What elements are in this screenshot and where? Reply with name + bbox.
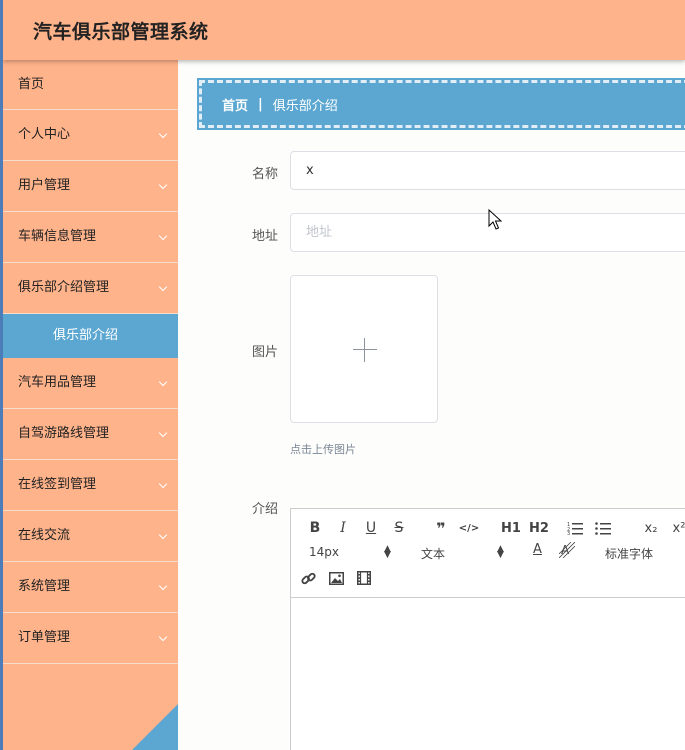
breadcrumb-home-link[interactable]: 首页: [222, 95, 248, 114]
svg-text:3: 3: [567, 531, 570, 535]
image-icon[interactable]: [329, 571, 357, 585]
code-button[interactable]: </>: [455, 523, 483, 534]
intro-label: 介绍: [251, 502, 278, 517]
h1-button[interactable]: H1: [497, 521, 525, 536]
sidebar-item-user-management[interactable]: 用户管理: [3, 161, 178, 212]
name-label: 名称: [251, 167, 278, 182]
font-family-value: 标准字体: [605, 547, 654, 561]
font-size-value: 14px: [309, 545, 339, 559]
strike-button[interactable]: S: [385, 520, 413, 536]
sidebar-item-system-management[interactable]: 系统管理: [3, 562, 178, 613]
sidebar-item-label: 订单管理: [18, 630, 71, 645]
sidebar-item-order-management[interactable]: 订单管理: [3, 613, 178, 664]
sidebar-item-label: 首页: [18, 77, 45, 92]
chevron-down-icon: [158, 632, 168, 642]
sidebar-item-vehicle-info[interactable]: 车辆信息管理: [3, 212, 178, 263]
sidebar-item-label: 自驾游路线管理: [18, 426, 110, 441]
mouse-cursor-icon: [488, 208, 503, 235]
image-upload-button[interactable]: [290, 275, 438, 423]
bold-button[interactable]: B: [301, 520, 329, 536]
image-label: 图片: [251, 345, 278, 360]
plus-icon: [353, 349, 377, 350]
editor-toolbar: B I U S ❞ </> H1 H2 123 x₂ x² 14px ▲ ▼ 文…: [291, 509, 685, 598]
sidebar-subitem-club-intro[interactable]: 俱乐部介绍: [3, 314, 178, 358]
blockquote-button[interactable]: ❞: [427, 519, 455, 538]
underline-button[interactable]: U: [357, 520, 385, 536]
chevron-down-icon: [158, 530, 168, 540]
header: 汽车俱乐部管理系统: [3, 0, 685, 60]
sidebar: 首页 个人中心 用户管理 车辆信息管理 俱乐部介绍管理 俱乐部介绍 汽车用品管理…: [3, 60, 178, 750]
editor-content-area[interactable]: [291, 598, 685, 750]
breadcrumb-separator: |: [258, 96, 263, 112]
sidebar-item-label: 车辆信息管理: [18, 229, 97, 244]
sidebar-item-label: 在线交流: [18, 528, 71, 543]
select-arrows-icon: ▲ ▼: [497, 544, 504, 560]
sidebar-item-home[interactable]: 首页: [3, 60, 178, 110]
ordered-list-icon[interactable]: 123: [567, 521, 595, 535]
sidebar-item-online-chat[interactable]: 在线交流: [3, 511, 178, 562]
sidebar-item-label: 用户管理: [18, 178, 71, 193]
toolbar-row-1: B I U S ❞ </> H1 H2 123 x₂ x²: [301, 517, 685, 539]
sidebar-corner-decoration: [132, 704, 178, 750]
sidebar-item-label: 俱乐部介绍管理: [18, 280, 110, 295]
chevron-down-icon: [158, 581, 168, 591]
sidebar-item-personal-center[interactable]: 个人中心: [3, 110, 178, 161]
chevron-down-icon: [158, 479, 168, 489]
sidebar-item-online-checkin[interactable]: 在线签到管理: [3, 460, 178, 511]
sidebar-item-label: 个人中心: [18, 127, 71, 142]
select-arrows-icon: ▲ ▼: [384, 544, 391, 560]
plus-icon-vertical: [364, 338, 365, 362]
sidebar-item-car-supplies[interactable]: 汽车用品管理: [3, 358, 178, 409]
chevron-down-icon: [158, 377, 168, 387]
font-size-select[interactable]: 14px ▲ ▼: [309, 544, 391, 560]
upload-tip: 点击上传图片: [290, 443, 356, 456]
bullet-list-icon[interactable]: [595, 521, 623, 535]
link-icon[interactable]: [301, 571, 329, 586]
background-color-icon[interactable]: A: [559, 542, 575, 558]
chevron-down-icon: [158, 231, 168, 241]
chevron-down-icon: [158, 129, 168, 139]
chevron-down-icon: [158, 282, 168, 292]
font-color-icon[interactable]: A: [533, 542, 542, 557]
breadcrumb-current: 俱乐部介绍: [272, 98, 338, 114]
toolbar-row-3: [301, 567, 385, 589]
app-title: 汽车俱乐部管理系统: [33, 21, 209, 43]
chevron-down-icon: [158, 428, 168, 438]
text-type-select[interactable]: 文本 ▲ ▼: [421, 544, 504, 562]
italic-button[interactable]: I: [329, 520, 357, 536]
sidebar-item-label: 在线签到管理: [18, 477, 97, 492]
font-family-select[interactable]: 标准字体: [605, 545, 685, 562]
sidebar-item-club-intro-management[interactable]: 俱乐部介绍管理: [3, 263, 178, 314]
breadcrumb: 首页 | 俱乐部介绍: [197, 78, 685, 130]
rich-text-editor: B I U S ❞ </> H1 H2 123 x₂ x² 14px ▲ ▼ 文…: [290, 508, 685, 750]
sidebar-item-label: 系统管理: [18, 579, 71, 594]
sidebar-item-road-trip-routes[interactable]: 自驾游路线管理: [3, 409, 178, 460]
address-label: 地址: [251, 229, 278, 244]
video-icon[interactable]: [357, 571, 385, 585]
name-input[interactable]: [290, 151, 685, 190]
subscript-button[interactable]: x₂: [637, 521, 665, 536]
superscript-button[interactable]: x²: [665, 521, 685, 536]
chevron-down-icon: [158, 180, 168, 190]
text-type-value: 文本: [421, 547, 446, 561]
sidebar-item-label: 汽车用品管理: [18, 375, 97, 390]
h2-button[interactable]: H2: [525, 521, 553, 536]
window-edge: [0, 0, 3, 750]
